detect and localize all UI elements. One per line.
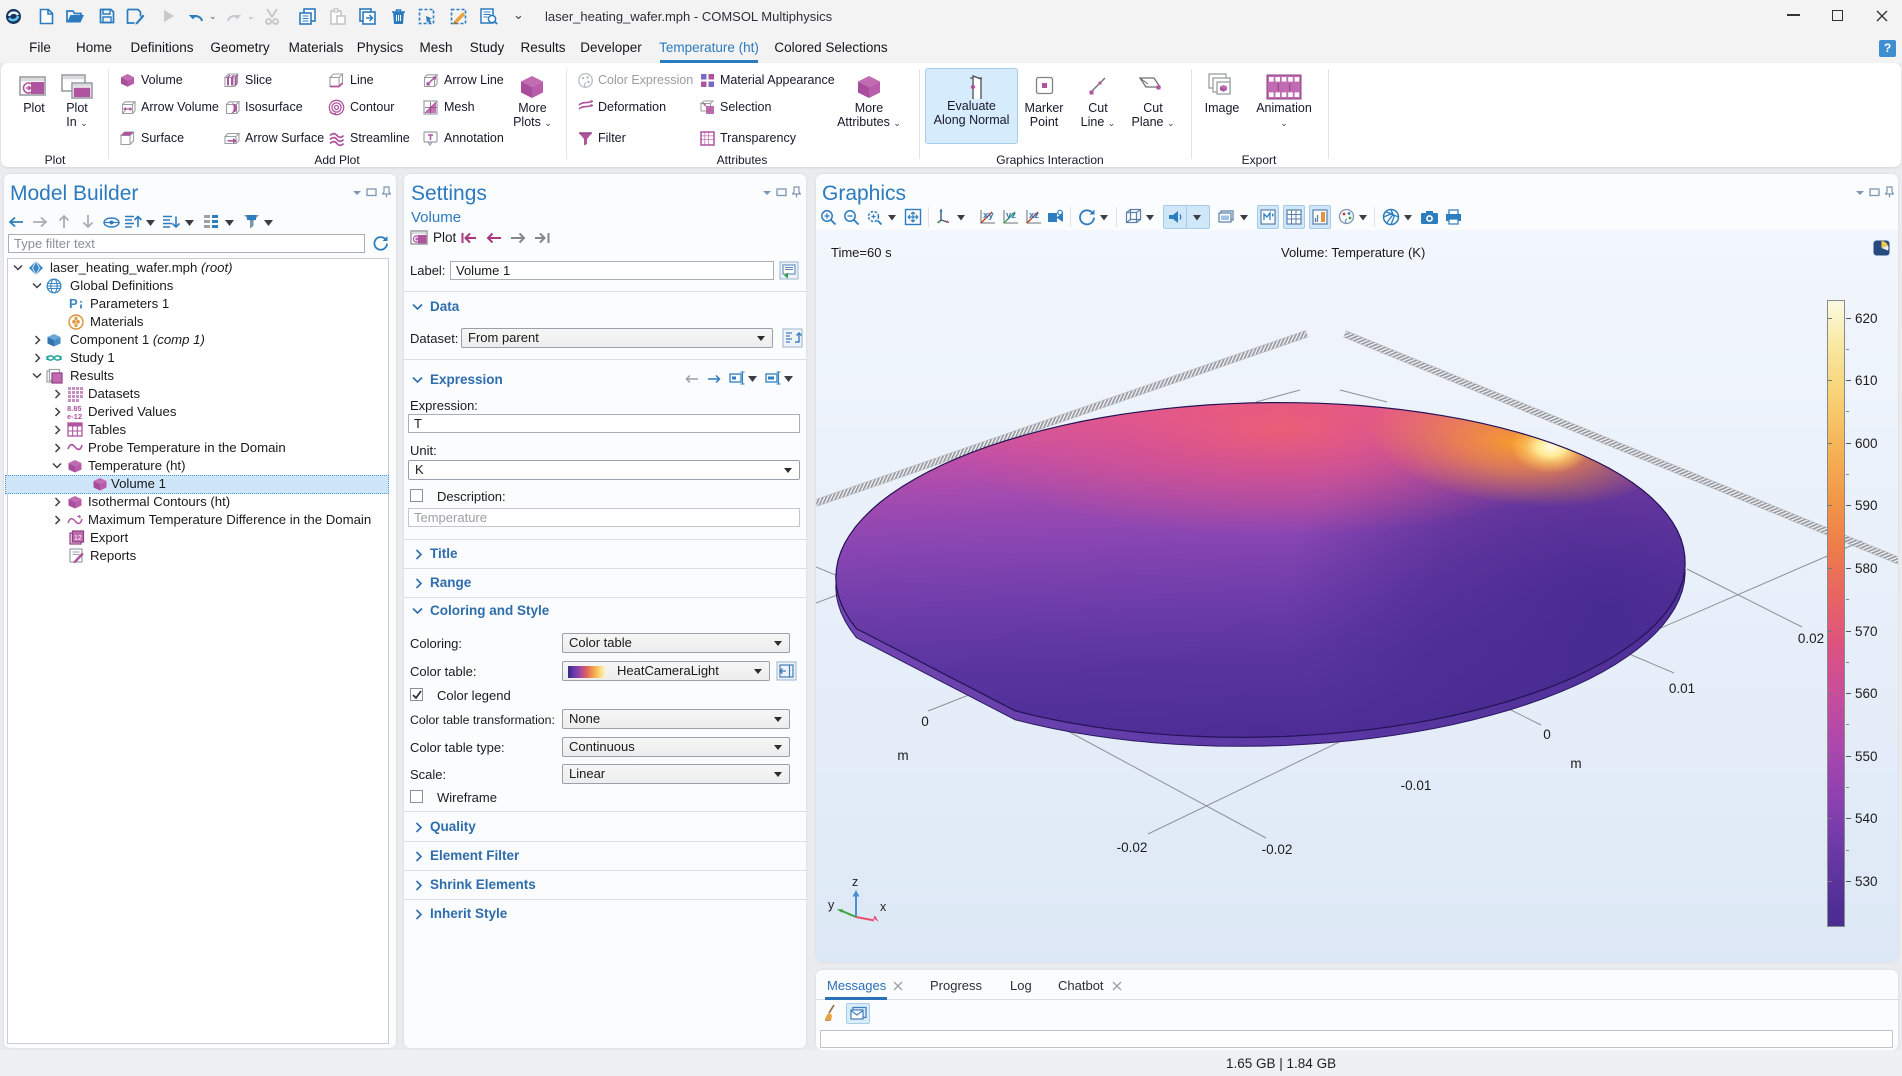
svg-text:-0.01: -0.01 bbox=[1401, 778, 1432, 793]
svg-text:z: z bbox=[852, 875, 858, 889]
svg-text:0.02: 0.02 bbox=[1798, 631, 1824, 646]
svg-text:P: P bbox=[69, 297, 78, 311]
svg-text:m: m bbox=[1570, 756, 1581, 771]
svg-text:y: y bbox=[828, 898, 835, 912]
svg-text:e-12: e-12 bbox=[67, 412, 82, 420]
svg-text:xz: xz bbox=[1029, 210, 1039, 221]
svg-text:xy: xy bbox=[983, 210, 994, 221]
svg-text:0.01: 0.01 bbox=[1669, 681, 1695, 696]
svg-text:0: 0 bbox=[921, 714, 929, 729]
svg-text:12: 12 bbox=[74, 535, 82, 542]
svg-text:m: m bbox=[897, 748, 908, 763]
svg-text:-0.02: -0.02 bbox=[1262, 842, 1293, 857]
svg-text:yz: yz bbox=[1006, 210, 1016, 221]
svg-text:x: x bbox=[880, 900, 887, 914]
svg-text:0: 0 bbox=[1543, 727, 1551, 742]
svg-text:-0.02: -0.02 bbox=[1117, 840, 1148, 855]
